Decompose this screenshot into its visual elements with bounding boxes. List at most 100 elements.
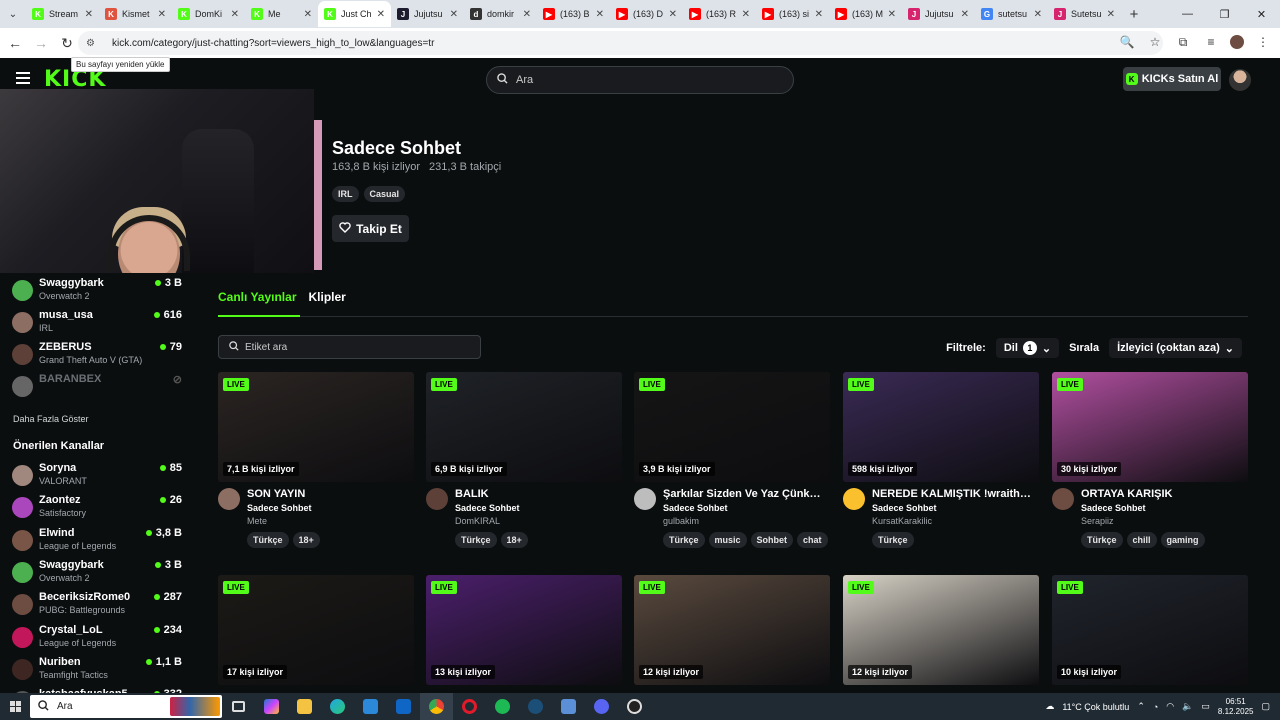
stream-tag[interactable]: Sohbet [750, 532, 794, 548]
sidebar-channel[interactable]: Zaontez Satisfactory 26 [12, 494, 182, 524]
stream-category[interactable]: Sadece Sohbet [455, 503, 615, 513]
spotify-icon[interactable] [486, 693, 519, 720]
obs-icon[interactable] [618, 693, 651, 720]
tag-search-input[interactable]: Etiket ara [218, 335, 481, 359]
tab-close-icon[interactable]: ✕ [377, 9, 385, 20]
taskbar-search[interactable]: Ara [30, 695, 222, 718]
weather-icon[interactable]: ☁ [1045, 701, 1054, 712]
tab-close-icon[interactable]: ✕ [231, 9, 239, 20]
browser-tab[interactable]: d domkir ✕ [464, 1, 537, 27]
stream-card[interactable]: LIVE 10 kişi izliyor [1052, 575, 1248, 685]
streamer-name[interactable]: Mete [247, 516, 407, 526]
app-icon[interactable] [552, 693, 585, 720]
streamer-avatar[interactable] [426, 488, 448, 510]
browser-tab[interactable]: ▶ (163) D ✕ [610, 1, 683, 27]
url-bar[interactable]: ⚙ kick.com/category/just-chatting?sort=v… [78, 31, 1163, 55]
weather-text[interactable]: 11°C Çok bulutlu [1062, 702, 1129, 712]
streamer-avatar[interactable] [1052, 488, 1074, 510]
browser-tab[interactable]: K Me ✕ [245, 1, 318, 27]
tab-clips[interactable]: Klipler [309, 290, 346, 322]
stream-thumbnail[interactable]: LIVE 6,9 B kişi izliyor [426, 372, 622, 482]
stream-thumbnail[interactable]: LIVE 30 kişi izliyor [1052, 372, 1248, 482]
browser-tab[interactable]: Gsutetsu ✕ [975, 1, 1048, 27]
sort-dropdown[interactable]: İzleyici (çoktan aza) ⌄ [1109, 338, 1242, 358]
stream-title[interactable]: Şarkılar Sizden Ve Yaz Çünkü Gelecek [663, 488, 823, 500]
tab-close-icon[interactable]: ✕ [815, 9, 823, 20]
notifications-icon[interactable]: ▢ [1261, 701, 1270, 712]
browser-tab[interactable]: K Stream ✕ [26, 1, 99, 27]
stream-tag[interactable]: gaming [1160, 532, 1205, 548]
sidebar-channel[interactable]: Swaggybark Overwatch 23 B [12, 559, 182, 589]
stream-thumbnail[interactable]: LIVE 598 kişi izliyor [843, 372, 1039, 482]
category-tag[interactable]: Casual [363, 186, 406, 202]
discord-icon[interactable] [585, 693, 618, 720]
stream-tag[interactable]: Türkçe [1081, 532, 1123, 548]
stream-card[interactable]: LIVE 17 kişi izliyor [218, 575, 414, 685]
streamer-name[interactable]: gulbakim [663, 516, 828, 526]
tab-close-icon[interactable]: ✕ [523, 9, 531, 20]
stream-thumbnail[interactable]: LIVE 7,1 B kişi izliyor [218, 372, 414, 482]
profile-avatar[interactable] [1230, 35, 1244, 49]
stream-tag[interactable]: Türkçe [455, 532, 497, 548]
tab-close-icon[interactable]: ✕ [742, 9, 750, 20]
stream-thumbnail[interactable]: LIVE 13 kişi izliyor [426, 575, 622, 685]
streamer-avatar[interactable] [843, 488, 865, 510]
language-filter-dropdown[interactable]: Dil 1 ⌄ [995, 338, 1060, 358]
stream-category[interactable]: Sadece Sohbet [247, 503, 407, 513]
stream-card[interactable]: LIVE 7,1 B kişi izliyor SON YAYIN Sadece So… [218, 372, 414, 548]
browser-tab[interactable]: ▶ (163) R ✕ [683, 1, 756, 27]
new-tab-button[interactable]: + [1121, 6, 1147, 23]
reading-list-icon[interactable]: ≡ [1202, 33, 1220, 51]
site-info-icon[interactable]: ⚙ [86, 38, 100, 49]
buy-kicks-button[interactable]: K KICKs Satın Al [1123, 67, 1221, 91]
tab-close-icon[interactable]: ✕ [1034, 9, 1042, 20]
browser-tab[interactable]: K DomKi ✕ [172, 1, 245, 27]
stream-tag[interactable]: Türkçe [247, 532, 289, 548]
stream-tag[interactable]: chill [1126, 532, 1157, 548]
browser-menu-icon[interactable]: ⋮ [1254, 33, 1272, 51]
stream-title[interactable]: ORTAYA KARIŞIK [1081, 488, 1241, 500]
stream-tag[interactable]: Türkçe [663, 532, 705, 548]
chrome-icon[interactable] [420, 693, 453, 720]
start-button[interactable] [0, 701, 30, 712]
tab-close-icon[interactable]: ✕ [596, 9, 604, 20]
tab-close-icon[interactable]: ✕ [85, 9, 93, 20]
zoom-icon[interactable]: 🔍 [1118, 33, 1136, 51]
show-more-link[interactable]: Daha Fazla Göster [13, 414, 89, 424]
stream-category[interactable]: Sadece Sohbet [872, 503, 1032, 513]
stream-tag[interactable]: 18+ [292, 532, 320, 548]
outlook-icon[interactable] [387, 693, 420, 720]
tab-close-icon[interactable]: ✕ [961, 9, 969, 20]
close-window-button[interactable]: ✕ [1243, 0, 1280, 28]
streamer-avatar[interactable] [634, 488, 656, 510]
tab-live-streams[interactable]: Canlı Yayınlar [218, 290, 297, 322]
stream-thumbnail[interactable]: LIVE 17 kişi izliyor [218, 575, 414, 685]
streamer-avatar[interactable] [218, 488, 240, 510]
sidebar-channel[interactable]: Swaggybark Overwatch 23 B [12, 277, 182, 307]
copilot-icon[interactable] [255, 693, 288, 720]
tab-close-icon[interactable]: ✕ [450, 9, 458, 20]
stream-title[interactable]: BALIK [455, 488, 615, 500]
opera-icon[interactable] [453, 693, 486, 720]
minimize-button[interactable]: — [1169, 0, 1206, 28]
reload-button[interactable]: ↻ [54, 30, 80, 56]
browser-tab[interactable]: J Jujutsu ✕ [902, 1, 975, 27]
tab-close-icon[interactable]: ✕ [158, 9, 166, 20]
streamer-name[interactable]: DomKIRAL [455, 516, 615, 526]
stream-card[interactable]: LIVE 598 kişi izliyor NEREDE KALMIŞTIK !wr… [843, 372, 1039, 548]
sidebar-channel[interactable]: Soryna VALORANT 85 [12, 462, 182, 492]
stream-card[interactable]: LIVE 12 kişi izliyor [634, 575, 830, 685]
follow-button[interactable]: Takip Et [332, 215, 409, 242]
site-search-input[interactable]: Ara [486, 66, 794, 94]
sidebar-channel[interactable]: Crystal_LoL League of Legends 234 [12, 624, 182, 654]
stream-card[interactable]: LIVE 6,9 B kişi izliyor BALIK Sadece Sohbet… [426, 372, 622, 548]
browser-tab[interactable]: ▶ (163) si ✕ [756, 1, 829, 27]
stream-card[interactable]: LIVE 13 kişi izliyor [426, 575, 622, 685]
sidebar-channel[interactable]: musa_usa IRL 616 [12, 309, 182, 339]
extensions-icon[interactable]: ⧉ [1174, 33, 1192, 51]
battery-icon[interactable]: ▭ [1201, 701, 1210, 712]
back-button[interactable]: ← [2, 30, 28, 56]
stream-thumbnail[interactable]: LIVE 12 kişi izliyor [634, 575, 830, 685]
stream-card[interactable]: LIVE 30 kişi izliyor ORTAYA KARIŞIK Sadece … [1052, 372, 1248, 548]
file-explorer-icon[interactable] [288, 693, 321, 720]
